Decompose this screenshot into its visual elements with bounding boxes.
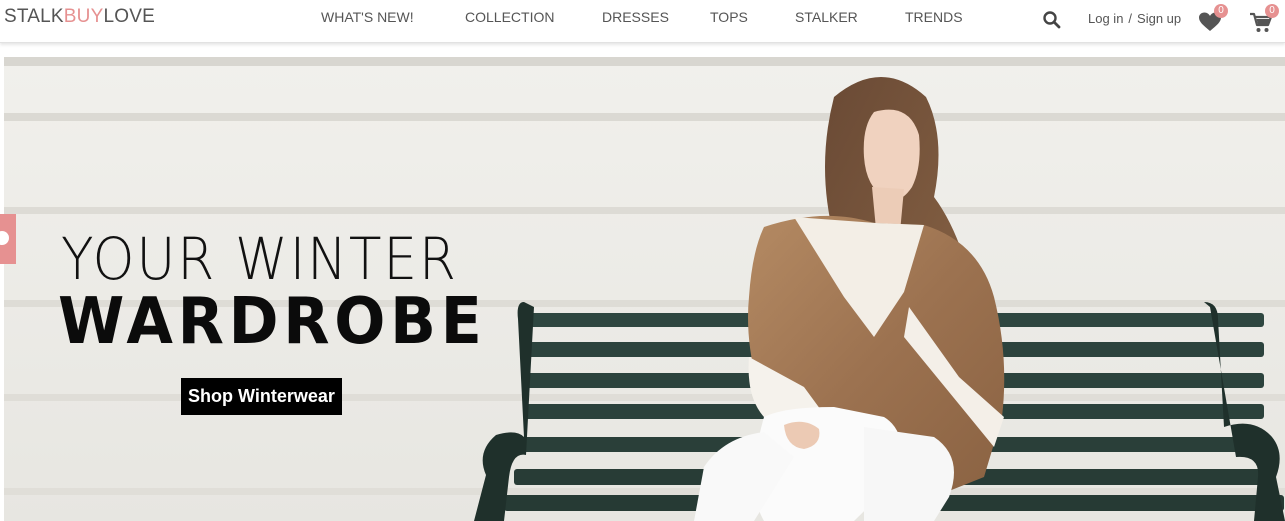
login-link[interactable]: Log in bbox=[1088, 11, 1123, 26]
hero-banner: YOUR WINTER WARDROBE Shop Winterwear bbox=[4, 57, 1285, 521]
auth-separator: / bbox=[1128, 11, 1133, 26]
wishlist-button[interactable]: 0 bbox=[1197, 4, 1228, 35]
hero-headline-line1: YOUR WINTER bbox=[61, 225, 458, 293]
search-button[interactable] bbox=[1042, 10, 1062, 30]
signup-link[interactable]: Sign up bbox=[1137, 11, 1181, 26]
brand-logo[interactable]: STALKBUYLOVE bbox=[4, 6, 155, 28]
logo-stalk: STALK bbox=[4, 6, 64, 27]
auth-links: Log in / Sign up bbox=[1088, 11, 1181, 26]
nav-dresses[interactable]: DRESSES bbox=[602, 9, 669, 25]
site-header: STALKBUYLOVE WHAT'S NEW! COLLECTION DRES… bbox=[0, 0, 1285, 43]
shop-winterwear-button[interactable]: Shop Winterwear bbox=[181, 378, 342, 415]
nav-collection[interactable]: COLLECTION bbox=[465, 9, 554, 25]
nav-whats-new[interactable]: WHAT'S NEW! bbox=[321, 9, 414, 25]
cart-button[interactable]: 0 bbox=[1249, 4, 1281, 35]
nav-tops[interactable]: TOPS bbox=[710, 9, 748, 25]
feedback-side-tab[interactable] bbox=[0, 214, 16, 264]
search-icon bbox=[1043, 11, 1061, 29]
logo-buy: BUY bbox=[63, 6, 104, 27]
nav-stalker[interactable]: STALKER bbox=[795, 9, 858, 25]
hero-headline-line2: WARDROBE bbox=[58, 285, 487, 359]
feedback-tab-icon bbox=[0, 231, 9, 245]
wishlist-count-badge: 0 bbox=[1214, 4, 1228, 18]
nav-trends[interactable]: TRENDS bbox=[905, 9, 963, 25]
logo-love: LOVE bbox=[103, 6, 155, 27]
cart-count-badge: 0 bbox=[1265, 4, 1279, 18]
